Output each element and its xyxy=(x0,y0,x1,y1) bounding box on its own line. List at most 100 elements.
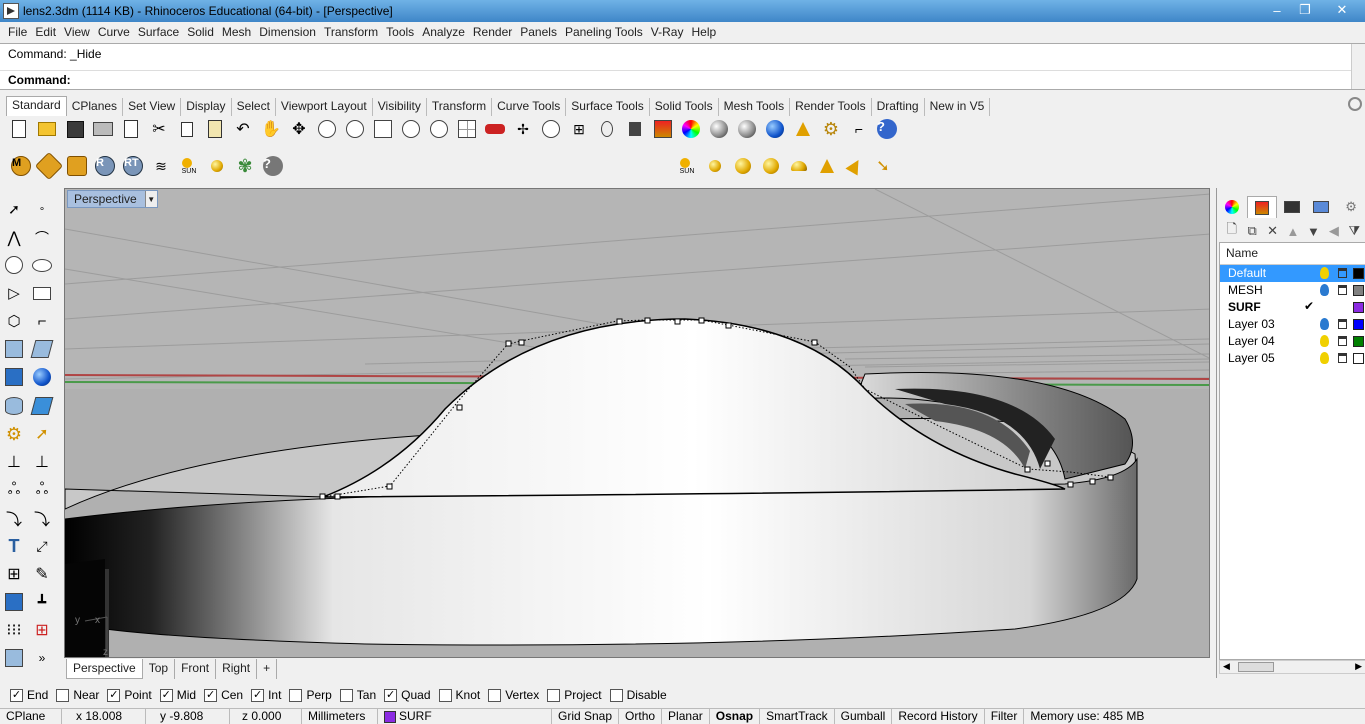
select-arrow-icon[interactable]: ➚ xyxy=(3,198,25,220)
osnap-int-checkbox[interactable]: ✓ xyxy=(251,688,265,702)
ellipse-icon[interactable] xyxy=(31,254,53,276)
vray-materials-icon[interactable]: M xyxy=(10,155,32,177)
join-icon[interactable]: ⤵ xyxy=(3,507,25,529)
fillet-curve-icon[interactable]: ⌐ xyxy=(31,310,53,332)
split-icon[interactable]: ⊥ xyxy=(31,451,53,473)
panel-options-gear-icon[interactable]: ⚙ xyxy=(1336,196,1365,218)
transform-gear-icon[interactable]: ⚙ xyxy=(3,423,25,445)
zoom-extents-icon[interactable] xyxy=(372,118,394,140)
layer-on-bulb-icon[interactable] xyxy=(1320,318,1329,330)
menu-surface[interactable]: Surface xyxy=(134,25,183,39)
properties-tab-icon[interactable] xyxy=(1217,196,1247,218)
osnap-point[interactable]: ✓ Point xyxy=(107,688,152,702)
edit-points-icon[interactable]: ✎ xyxy=(31,563,53,585)
paste-icon[interactable] xyxy=(204,118,226,140)
osnap-cen-checkbox[interactable]: ✓ xyxy=(204,688,218,702)
zoom-selected-icon[interactable] xyxy=(400,118,422,140)
layer-color-swatch[interactable] xyxy=(1353,268,1364,279)
menu-vray[interactable]: V-Ray xyxy=(647,25,688,39)
dimension-arrow-icon[interactable]: ➚ xyxy=(31,423,53,445)
display-tab-icon[interactable] xyxy=(1277,196,1307,218)
status-smarttrack[interactable]: SmartTrack xyxy=(760,708,835,724)
layer-row-default[interactable]: Default xyxy=(1220,265,1365,282)
menu-transform[interactable]: Transform xyxy=(320,25,382,39)
layer-row-layer-03[interactable]: Layer 03 xyxy=(1220,316,1365,333)
cut-icon[interactable]: ✂ xyxy=(148,118,170,140)
tab-cplanes[interactable]: CPlanes xyxy=(67,98,124,116)
layer-unlock-icon[interactable] xyxy=(1338,336,1347,346)
osnap-vertex[interactable]: Vertex xyxy=(488,688,539,702)
rendered-sphere-icon[interactable] xyxy=(764,118,786,140)
layer-unlock-icon[interactable] xyxy=(1338,268,1347,278)
tab-transform[interactable]: Transform xyxy=(427,98,493,116)
sun-icon[interactable]: SUN xyxy=(178,155,200,177)
layers-icon[interactable] xyxy=(652,118,674,140)
boolean-union-icon[interactable] xyxy=(31,366,53,388)
options-gear-icon[interactable]: ⚙ xyxy=(820,118,842,140)
move-layer-parent-icon[interactable]: ◀ xyxy=(1325,223,1342,239)
circle-icon[interactable] xyxy=(3,254,25,276)
osnap-mid[interactable]: ✓ Mid xyxy=(159,688,196,702)
zoom-window-icon[interactable] xyxy=(344,118,366,140)
osnap-mid-checkbox[interactable]: ✓ xyxy=(159,688,173,702)
osnap-near[interactable]: Near xyxy=(56,688,99,702)
tab-display[interactable]: Display xyxy=(181,98,232,116)
menu-tools[interactable]: Tools xyxy=(382,25,418,39)
menu-panels[interactable]: Panels xyxy=(516,25,561,39)
osnap-cen[interactable]: ✓ Cen xyxy=(204,688,243,702)
cylinder-icon[interactable] xyxy=(3,395,25,417)
close-button[interactable]: ✕ xyxy=(1319,0,1365,20)
text-icon[interactable]: T xyxy=(3,535,25,557)
osnap-disable-checkbox[interactable] xyxy=(609,688,623,702)
command-history-scrollbar[interactable] xyxy=(1351,44,1365,71)
tab-select[interactable]: Select xyxy=(232,98,276,116)
shaded-sphere-icon[interactable] xyxy=(736,118,758,140)
light-icon[interactable] xyxy=(792,118,814,140)
viewport-menu-dropdown-icon[interactable]: ▼ xyxy=(144,191,157,207)
tab-render-tools[interactable]: Render Tools xyxy=(790,98,872,116)
new-file-icon[interactable] xyxy=(8,118,30,140)
hemisphere-light-icon[interactable] xyxy=(788,155,810,177)
explode-icon[interactable]: ⤵ xyxy=(31,507,53,529)
polyline-icon[interactable]: ⋀ xyxy=(3,227,25,249)
osnap-perp[interactable]: Perp xyxy=(289,688,332,702)
status-ortho[interactable]: Ortho xyxy=(619,708,663,724)
vray-lights-icon[interactable] xyxy=(66,155,88,177)
undo-icon[interactable]: ↶ xyxy=(232,118,254,140)
minimize-button[interactable]: – xyxy=(1263,0,1291,20)
ungroup-icon[interactable]: ஃ xyxy=(31,479,53,501)
osnap-near-checkbox[interactable] xyxy=(56,688,70,702)
dimension-icon[interactable]: ⌐ xyxy=(848,118,870,140)
viewport-tab-perspective[interactable]: Perspective xyxy=(66,659,143,679)
layer-unlock-icon[interactable] xyxy=(1338,319,1347,329)
tab-mesh-tools[interactable]: Mesh Tools xyxy=(719,98,791,116)
status-units[interactable]: Millimeters xyxy=(302,708,378,724)
osnap-project[interactable]: Project xyxy=(547,688,602,702)
command-line[interactable]: Command: xyxy=(0,71,1365,90)
dome-icon[interactable] xyxy=(704,155,726,177)
grid-icon[interactable]: ⁝⁝⁝ xyxy=(3,619,25,641)
tab-curve-tools[interactable]: Curve Tools xyxy=(492,98,567,116)
osnap-quad-checkbox[interactable]: ✓ xyxy=(384,688,398,702)
color-wheel-icon[interactable] xyxy=(680,118,702,140)
layer-color-swatch[interactable] xyxy=(1353,353,1364,364)
point-icon[interactable]: ∘ xyxy=(31,198,53,220)
layer-row-layer-05[interactable]: Layer 05 xyxy=(1220,350,1365,367)
zoom-dynamic-icon[interactable] xyxy=(316,118,338,140)
omni-light-icon[interactable] xyxy=(760,155,782,177)
vray-frame-buffer-icon[interactable]: ≋ xyxy=(150,155,172,177)
new-layer-icon[interactable]: 🗋 xyxy=(1223,221,1240,239)
layer-list-scrollbar[interactable]: ◀ ▶ xyxy=(1219,660,1365,674)
vray-rt-icon[interactable]: RT xyxy=(122,155,144,177)
command-scrollbar[interactable] xyxy=(1351,71,1365,89)
help-icon[interactable]: ? xyxy=(876,118,898,140)
layers-tab-icon[interactable] xyxy=(1246,196,1277,218)
osnap-tan[interactable]: Tan xyxy=(339,688,376,702)
add-viewport-tab-button[interactable]: + xyxy=(257,659,278,679)
osnap-icon[interactable] xyxy=(540,118,562,140)
osnap-tan-checkbox[interactable] xyxy=(339,688,353,702)
viewport-title[interactable]: Perspective ▼ xyxy=(67,190,158,208)
menu-mesh[interactable]: Mesh xyxy=(218,25,255,39)
menu-file[interactable]: File xyxy=(4,25,31,39)
viewport-tab-right[interactable]: Right xyxy=(216,659,258,679)
